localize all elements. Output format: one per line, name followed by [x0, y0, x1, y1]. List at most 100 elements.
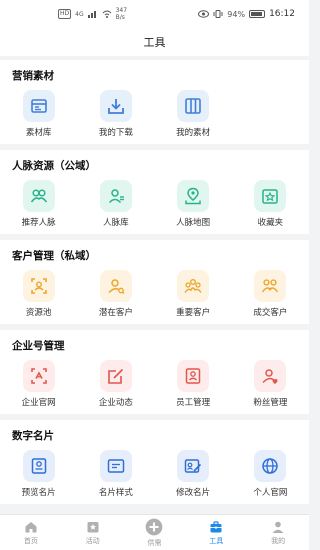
net-speed-value: 347 [115, 7, 128, 14]
fans-management-icon [254, 360, 287, 392]
download-icon [99, 90, 132, 122]
home-icon [25, 521, 37, 532]
net-speed-unit: B/s [115, 14, 125, 21]
closed-customer-icon [254, 270, 287, 302]
tool-fans-management[interactable]: 粉丝管理 [232, 360, 309, 408]
preview-card-icon [22, 450, 55, 482]
tool-company-website[interactable]: 企业官网 [0, 360, 77, 408]
tab-label: 供需 [147, 538, 162, 547]
tab-home[interactable]: 首页 [0, 515, 62, 550]
tool-label: 我的下载 [98, 128, 133, 138]
tool-label: 个人官网 [253, 488, 288, 498]
tool-label: 粉丝管理 [253, 398, 288, 408]
tool-personal-website[interactable]: 个人官网 [232, 450, 309, 498]
company-website-icon [22, 360, 55, 392]
tool-key-customer[interactable]: 重要客户 [155, 270, 232, 318]
tool-grid: 推荐人脉 人脉库 人脉地图 收藏夹 [0, 180, 309, 228]
supply-demand-icon [146, 518, 163, 535]
resource-pool-icon [22, 270, 55, 302]
bottom-tab-bar: 首页 活动 供需 工具 我的 [0, 514, 309, 550]
tool-my-material[interactable]: 我的素材 [155, 90, 232, 138]
clock: 16:12 [269, 9, 295, 19]
tool-grid: 企业官网 企业动态 员工管理 粉丝管理 [0, 360, 309, 408]
personal-website-icon [254, 450, 287, 482]
edit-card-icon [177, 450, 210, 482]
key-customer-icon [177, 270, 210, 302]
tool-label: 员工管理 [176, 398, 211, 408]
tab-supply-demand[interactable]: 供需 [124, 515, 186, 550]
recommend-contacts-icon [22, 180, 55, 212]
toolbox-icon [210, 520, 222, 532]
status-left: HD 4G 347 B/s [58, 7, 127, 21]
section-title: 客户管理（私域） [12, 250, 96, 262]
status-right: 94% 16:12 [198, 9, 295, 19]
status-bar: HD 4G 347 B/s 94% 16:12 [0, 0, 309, 28]
card-style-icon [99, 450, 132, 482]
tool-label: 素材库 [25, 128, 52, 138]
tool-label: 人脉库 [103, 218, 129, 228]
tool-label: 名片样式 [98, 488, 133, 498]
tool-grid: 资源池 潜在客户 重要客户 成交客户 [0, 270, 309, 318]
tab-profile[interactable]: 我的 [247, 515, 309, 550]
tool-contacts-map[interactable]: 人脉地图 [155, 180, 232, 228]
tool-label: 推荐人脉 [21, 218, 56, 228]
tool-my-downloads[interactable]: 我的下载 [77, 90, 154, 138]
activity-icon [87, 521, 99, 532]
tab-label: 活动 [85, 536, 100, 545]
tool-label: 收藏夹 [257, 218, 284, 228]
section-marketing-material: 营销素材 素材库 我的下载 我的素材 [0, 60, 309, 144]
tool-card-style[interactable]: 名片样式 [77, 450, 154, 498]
signal-icon [87, 11, 96, 18]
section-title: 人脉资源（公域） [12, 160, 96, 172]
tool-company-news[interactable]: 企业动态 [77, 360, 154, 408]
tool-label: 成交客户 [253, 308, 288, 318]
eye-icon [198, 10, 210, 18]
tool-label: 人脉地图 [176, 218, 211, 228]
page-title: 工具 [143, 36, 166, 49]
section-title: 数字名片 [12, 430, 54, 442]
tool-grid: 预览名片 名片样式 修改名片 个人官网 [0, 450, 309, 498]
section-digital-card: 数字名片 预览名片 名片样式 修改名片 个人官网 [0, 420, 309, 504]
section-public-contacts: 人脉资源（公域） 推荐人脉 人脉库 人脉地图 收藏夹 [0, 150, 309, 234]
tool-label: 预览名片 [21, 488, 56, 498]
tool-contacts-library[interactable]: 人脉库 [77, 180, 154, 228]
tool-preview-card[interactable]: 预览名片 [0, 450, 77, 498]
hd-badge: HD [58, 9, 72, 19]
section-title: 企业号管理 [12, 340, 65, 352]
staff-management-icon [177, 360, 210, 392]
title-bar: 工具 [0, 28, 309, 56]
battery-percent: 94% [227, 9, 246, 19]
tab-label: 工具 [209, 536, 224, 545]
net-speed: 347 B/s [116, 7, 127, 21]
tool-edit-card[interactable]: 修改名片 [155, 450, 232, 498]
tool-label: 我的素材 [176, 128, 211, 138]
tools-content[interactable]: 营销素材 素材库 我的下载 我的素材 人脉资源（公域） 推荐人脉 人脉库 人脉地… [0, 56, 309, 514]
vibrate-icon [213, 10, 223, 18]
signal-label: 4G [75, 10, 84, 18]
battery-icon [249, 10, 266, 18]
tab-label: 首页 [23, 536, 38, 545]
tool-label: 重要客户 [176, 308, 211, 318]
tool-staff-management[interactable]: 员工管理 [155, 360, 232, 408]
tool-potential-customer[interactable]: 潜在客户 [77, 270, 154, 318]
tool-material-library[interactable]: 素材库 [0, 90, 77, 138]
contacts-map-icon [177, 180, 210, 212]
tool-closed-customer[interactable]: 成交客户 [232, 270, 309, 318]
contacts-library-icon [99, 180, 132, 212]
tool-label: 企业官网 [21, 398, 56, 408]
tab-activity[interactable]: 活动 [62, 515, 124, 550]
tool-favorites[interactable]: 收藏夹 [232, 180, 309, 228]
section-title: 营销素材 [12, 70, 54, 82]
tool-label: 潜在客户 [98, 308, 133, 318]
tool-label: 资源池 [25, 308, 52, 318]
potential-customer-icon [99, 270, 132, 302]
profile-icon [272, 521, 284, 533]
my-material-icon [177, 90, 210, 122]
tool-recommend-contacts[interactable]: 推荐人脉 [0, 180, 77, 228]
tab-label: 我的 [271, 536, 286, 545]
tool-resource-pool[interactable]: 资源池 [0, 270, 77, 318]
section-enterprise-account: 企业号管理 企业官网 企业动态 员工管理 粉丝管理 [0, 330, 309, 414]
wifi-icon [102, 10, 111, 18]
favorites-icon [254, 180, 287, 212]
tab-tools[interactable]: 工具 [185, 515, 247, 550]
